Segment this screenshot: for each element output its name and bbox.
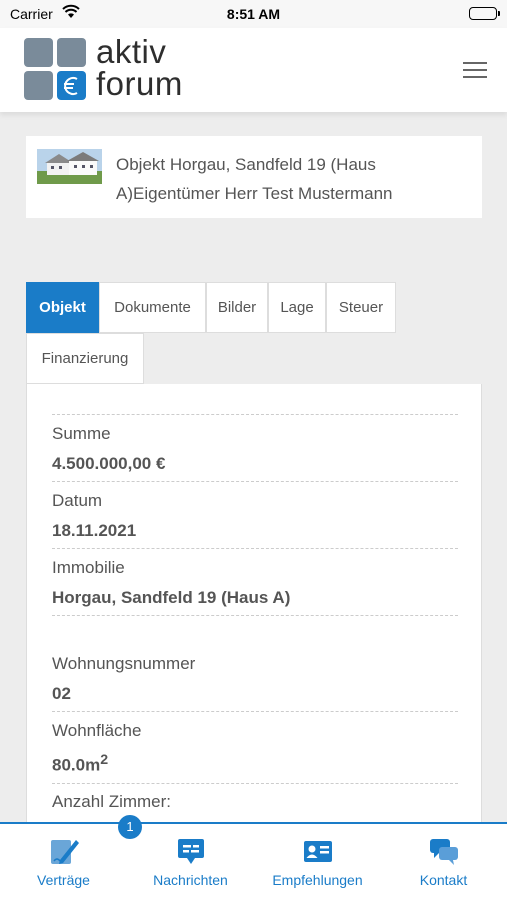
field-label-datum: Datum	[52, 491, 103, 510]
object-thumbnail	[37, 149, 102, 184]
field-label-wohnungsnummer: Wohnungsnummer	[52, 654, 196, 673]
field-value-datum: 18.11.2021	[52, 521, 137, 540]
nav-vertraege-label: Verträge	[37, 872, 90, 888]
nav-kontakt-label: Kontakt	[419, 872, 468, 888]
unread-badge: 1	[118, 815, 142, 839]
object-title: Objekt Horgau, Sandfeld 19 (Haus A)Eigen…	[116, 155, 393, 203]
field-value-immobilie: Horgau, Sandfeld 19 (Haus A)	[52, 588, 291, 607]
divider	[52, 481, 458, 482]
object-card: Objekt Horgau, Sandfeld 19 (Haus A)Eigen…	[26, 136, 482, 218]
nav-empfehlungen[interactable]: Empfehlungen	[254, 836, 381, 888]
battery-icon	[469, 7, 500, 20]
divider	[52, 548, 458, 549]
field-value-summe: 4.500.000,00 €	[52, 454, 166, 473]
message-icon	[175, 836, 207, 866]
tab-steuer[interactable]: Steuer	[326, 282, 396, 333]
object-details: Summe 4.500.000,00 € Datum 18.11.2021 Im…	[26, 384, 482, 844]
nav-vertraege[interactable]: Verträge	[0, 836, 127, 888]
logo-text: aktiv forum	[96, 33, 183, 102]
field-label-summe: Summe	[52, 424, 111, 443]
tab-bilder[interactable]: Bilder	[206, 282, 268, 333]
hamburger-menu-icon[interactable]	[463, 62, 487, 78]
field-label-immobilie: Immobilie	[52, 558, 125, 577]
field-label-anzahl-zimmer: Anzahl Zimmer:	[52, 792, 172, 811]
nav-empfehlungen-label: Empfehlungen	[272, 872, 363, 888]
field-value-wohnflaeche-exponent: 2	[100, 752, 109, 768]
logo-mark	[24, 38, 86, 100]
field-value-wohnflaeche-number: 80.0m	[52, 755, 101, 775]
status-time: 8:51 AM	[226, 6, 281, 22]
divider	[52, 414, 458, 415]
field-value-wohnflaeche: 80.0m2	[52, 752, 108, 776]
chat-bubbles-icon	[428, 836, 460, 866]
tab-dokumente[interactable]: Dokumente	[99, 282, 206, 333]
logo-line-1: aktiv	[96, 33, 167, 70]
divider	[52, 711, 458, 712]
tab-lage[interactable]: Lage	[268, 282, 326, 333]
tab-objekt[interactable]: Objekt	[26, 282, 99, 333]
field-label-wohnflaeche: Wohnfläche	[52, 721, 142, 740]
field-value-wohnungsnummer: 02	[52, 684, 71, 703]
bottom-tab-bar: Verträge Nachrichten Empfehlungen Kontak…	[0, 822, 507, 900]
divider	[52, 783, 458, 784]
status-bar: Carrier 8:51 AM	[0, 0, 507, 28]
nav-kontakt[interactable]: Kontakt	[380, 836, 507, 888]
contract-pen-icon	[48, 836, 80, 866]
divider	[52, 615, 458, 616]
app-header: aktiv forum	[0, 28, 507, 112]
nav-nachrichten-label: Nachrichten	[153, 872, 228, 888]
logo-line-2: forum	[96, 65, 183, 102]
tab-finanzierung[interactable]: Finanzierung	[26, 333, 144, 384]
nav-nachrichten[interactable]: Nachrichten	[127, 836, 254, 888]
contact-card-icon	[302, 836, 334, 866]
